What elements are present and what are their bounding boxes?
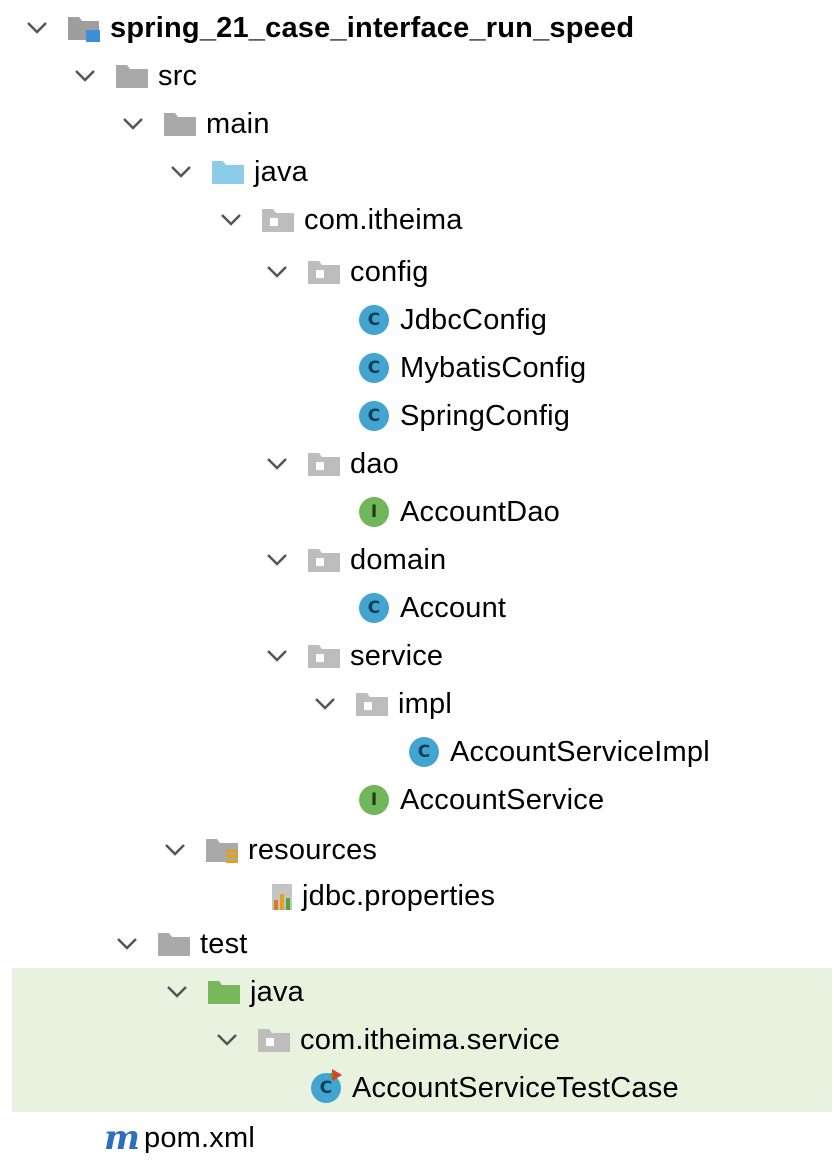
- tree-row-domain[interactable]: domain: [0, 536, 834, 584]
- class-badge: C: [359, 593, 389, 623]
- tree-row-main[interactable]: main: [0, 100, 834, 148]
- chevron-down-icon[interactable]: [262, 545, 292, 575]
- interface-label: AccountService: [400, 783, 605, 816]
- test-source-folder-icon: [206, 974, 242, 1010]
- package-icon: [306, 254, 342, 290]
- package-icon: [256, 1022, 292, 1058]
- package-icon: [306, 542, 342, 578]
- chevron-down-icon[interactable]: [262, 449, 292, 479]
- chevron-down-icon[interactable]: [112, 929, 142, 959]
- interface-badge: I: [359, 497, 389, 527]
- tree-row-test[interactable]: test: [0, 920, 834, 968]
- test-class-icon: C: [308, 1069, 344, 1106]
- class-badge: C: [359, 401, 389, 431]
- class-badge: C: [359, 305, 389, 335]
- file-label: jdbc.properties: [302, 879, 496, 912]
- resources-folder-icon: [204, 832, 240, 868]
- chevron-down-icon[interactable]: [160, 835, 190, 865]
- package-icon: [306, 446, 342, 482]
- tree-row-test-package[interactable]: com.itheima.service: [12, 1016, 832, 1064]
- chevron-down-icon[interactable]: [166, 157, 196, 187]
- folder-label: resources: [248, 833, 378, 866]
- chevron-down-icon[interactable]: [22, 13, 52, 43]
- class-label: MybatisConfig: [400, 351, 587, 384]
- package-icon: [354, 686, 390, 722]
- class-icon: C: [356, 398, 392, 434]
- package-label: impl: [398, 687, 452, 720]
- tree-row-resources[interactable]: resources: [0, 826, 834, 874]
- folder-icon: [156, 926, 192, 962]
- folder-icon: [162, 106, 198, 142]
- class-label: AccountServiceImpl: [450, 735, 710, 768]
- folder-label: main: [206, 107, 270, 140]
- package-label: service: [350, 639, 444, 672]
- project-name: spring_21_case_interface_run_speed: [110, 11, 635, 44]
- tree-row-config[interactable]: config: [0, 248, 834, 296]
- tree-row-test-java[interactable]: java: [12, 968, 832, 1016]
- package-label: com.itheima: [304, 203, 463, 236]
- tree-row-project[interactable]: spring_21_case_interface_run_speed: [0, 4, 834, 52]
- folder-label: java: [254, 155, 308, 188]
- package-label: config: [350, 255, 429, 288]
- tree-row-test-case[interactable]: C AccountServiceTestCase: [12, 1064, 832, 1112]
- package-icon: [306, 638, 342, 674]
- chevron-down-icon[interactable]: [262, 257, 292, 287]
- class-label: JdbcConfig: [400, 303, 548, 336]
- tree-row-dao[interactable]: dao: [0, 440, 834, 488]
- package-label: com.itheima.service: [300, 1023, 561, 1056]
- tree-row-mybatis-config[interactable]: C MybatisConfig: [0, 344, 834, 392]
- class-label: SpringConfig: [400, 399, 571, 432]
- tree-row-pom[interactable]: m pom.xml: [0, 1114, 834, 1162]
- folder-label: test: [200, 927, 248, 960]
- tree-row-account-service[interactable]: I AccountService: [0, 776, 834, 824]
- class-icon: C: [356, 302, 392, 338]
- tree-row-account-dao[interactable]: I AccountDao: [0, 488, 834, 536]
- chevron-down-icon[interactable]: [212, 1025, 242, 1055]
- chevron-down-icon[interactable]: [162, 977, 192, 1007]
- chevron-down-icon[interactable]: [310, 689, 340, 719]
- chevron-down-icon[interactable]: [118, 109, 148, 139]
- folder-label: java: [250, 975, 304, 1008]
- chevron-down-icon[interactable]: [70, 61, 100, 91]
- project-tree: spring_21_case_interface_run_speed src m…: [0, 0, 834, 1156]
- run-marker-icon: [330, 1069, 342, 1081]
- chevron-down-icon[interactable]: [262, 641, 292, 671]
- class-label: AccountServiceTestCase: [352, 1071, 679, 1104]
- tree-row-jdbc-config[interactable]: C JdbcConfig: [0, 296, 834, 344]
- tree-row-account[interactable]: C Account: [0, 584, 834, 632]
- package-icon: [260, 202, 296, 238]
- tree-row-jdbc-properties[interactable]: jdbc.properties: [0, 872, 834, 920]
- tree-row-impl[interactable]: impl: [0, 680, 834, 728]
- class-icon: C: [406, 734, 442, 770]
- tree-row-service[interactable]: service: [0, 632, 834, 680]
- project-folder-icon: [66, 10, 102, 46]
- class-label: Account: [400, 591, 507, 624]
- class-badge: C: [359, 353, 389, 383]
- chevron-down-icon[interactable]: [216, 205, 246, 235]
- folder-icon: [114, 58, 150, 94]
- class-icon: C: [356, 590, 392, 626]
- interface-icon: I: [356, 782, 392, 818]
- folder-label: src: [158, 59, 198, 92]
- source-folder-icon: [210, 154, 246, 190]
- package-label: dao: [350, 447, 399, 480]
- properties-file-icon: [264, 878, 300, 914]
- tree-row-src[interactable]: src: [0, 52, 834, 100]
- package-label: domain: [350, 543, 447, 576]
- maven-badge: m: [104, 1118, 140, 1158]
- tree-row-main-java[interactable]: java: [0, 148, 834, 196]
- tree-row-spring-config[interactable]: C SpringConfig: [0, 392, 834, 440]
- tree-row-package[interactable]: com.itheima: [0, 196, 834, 244]
- file-label: pom.xml: [144, 1121, 255, 1154]
- maven-icon: m: [104, 1120, 140, 1156]
- interface-icon: I: [356, 494, 392, 530]
- interface-label: AccountDao: [400, 495, 560, 528]
- class-badge: C: [409, 737, 439, 767]
- interface-badge: I: [359, 785, 389, 815]
- tree-row-account-service-impl[interactable]: C AccountServiceImpl: [0, 728, 834, 776]
- class-icon: C: [356, 350, 392, 386]
